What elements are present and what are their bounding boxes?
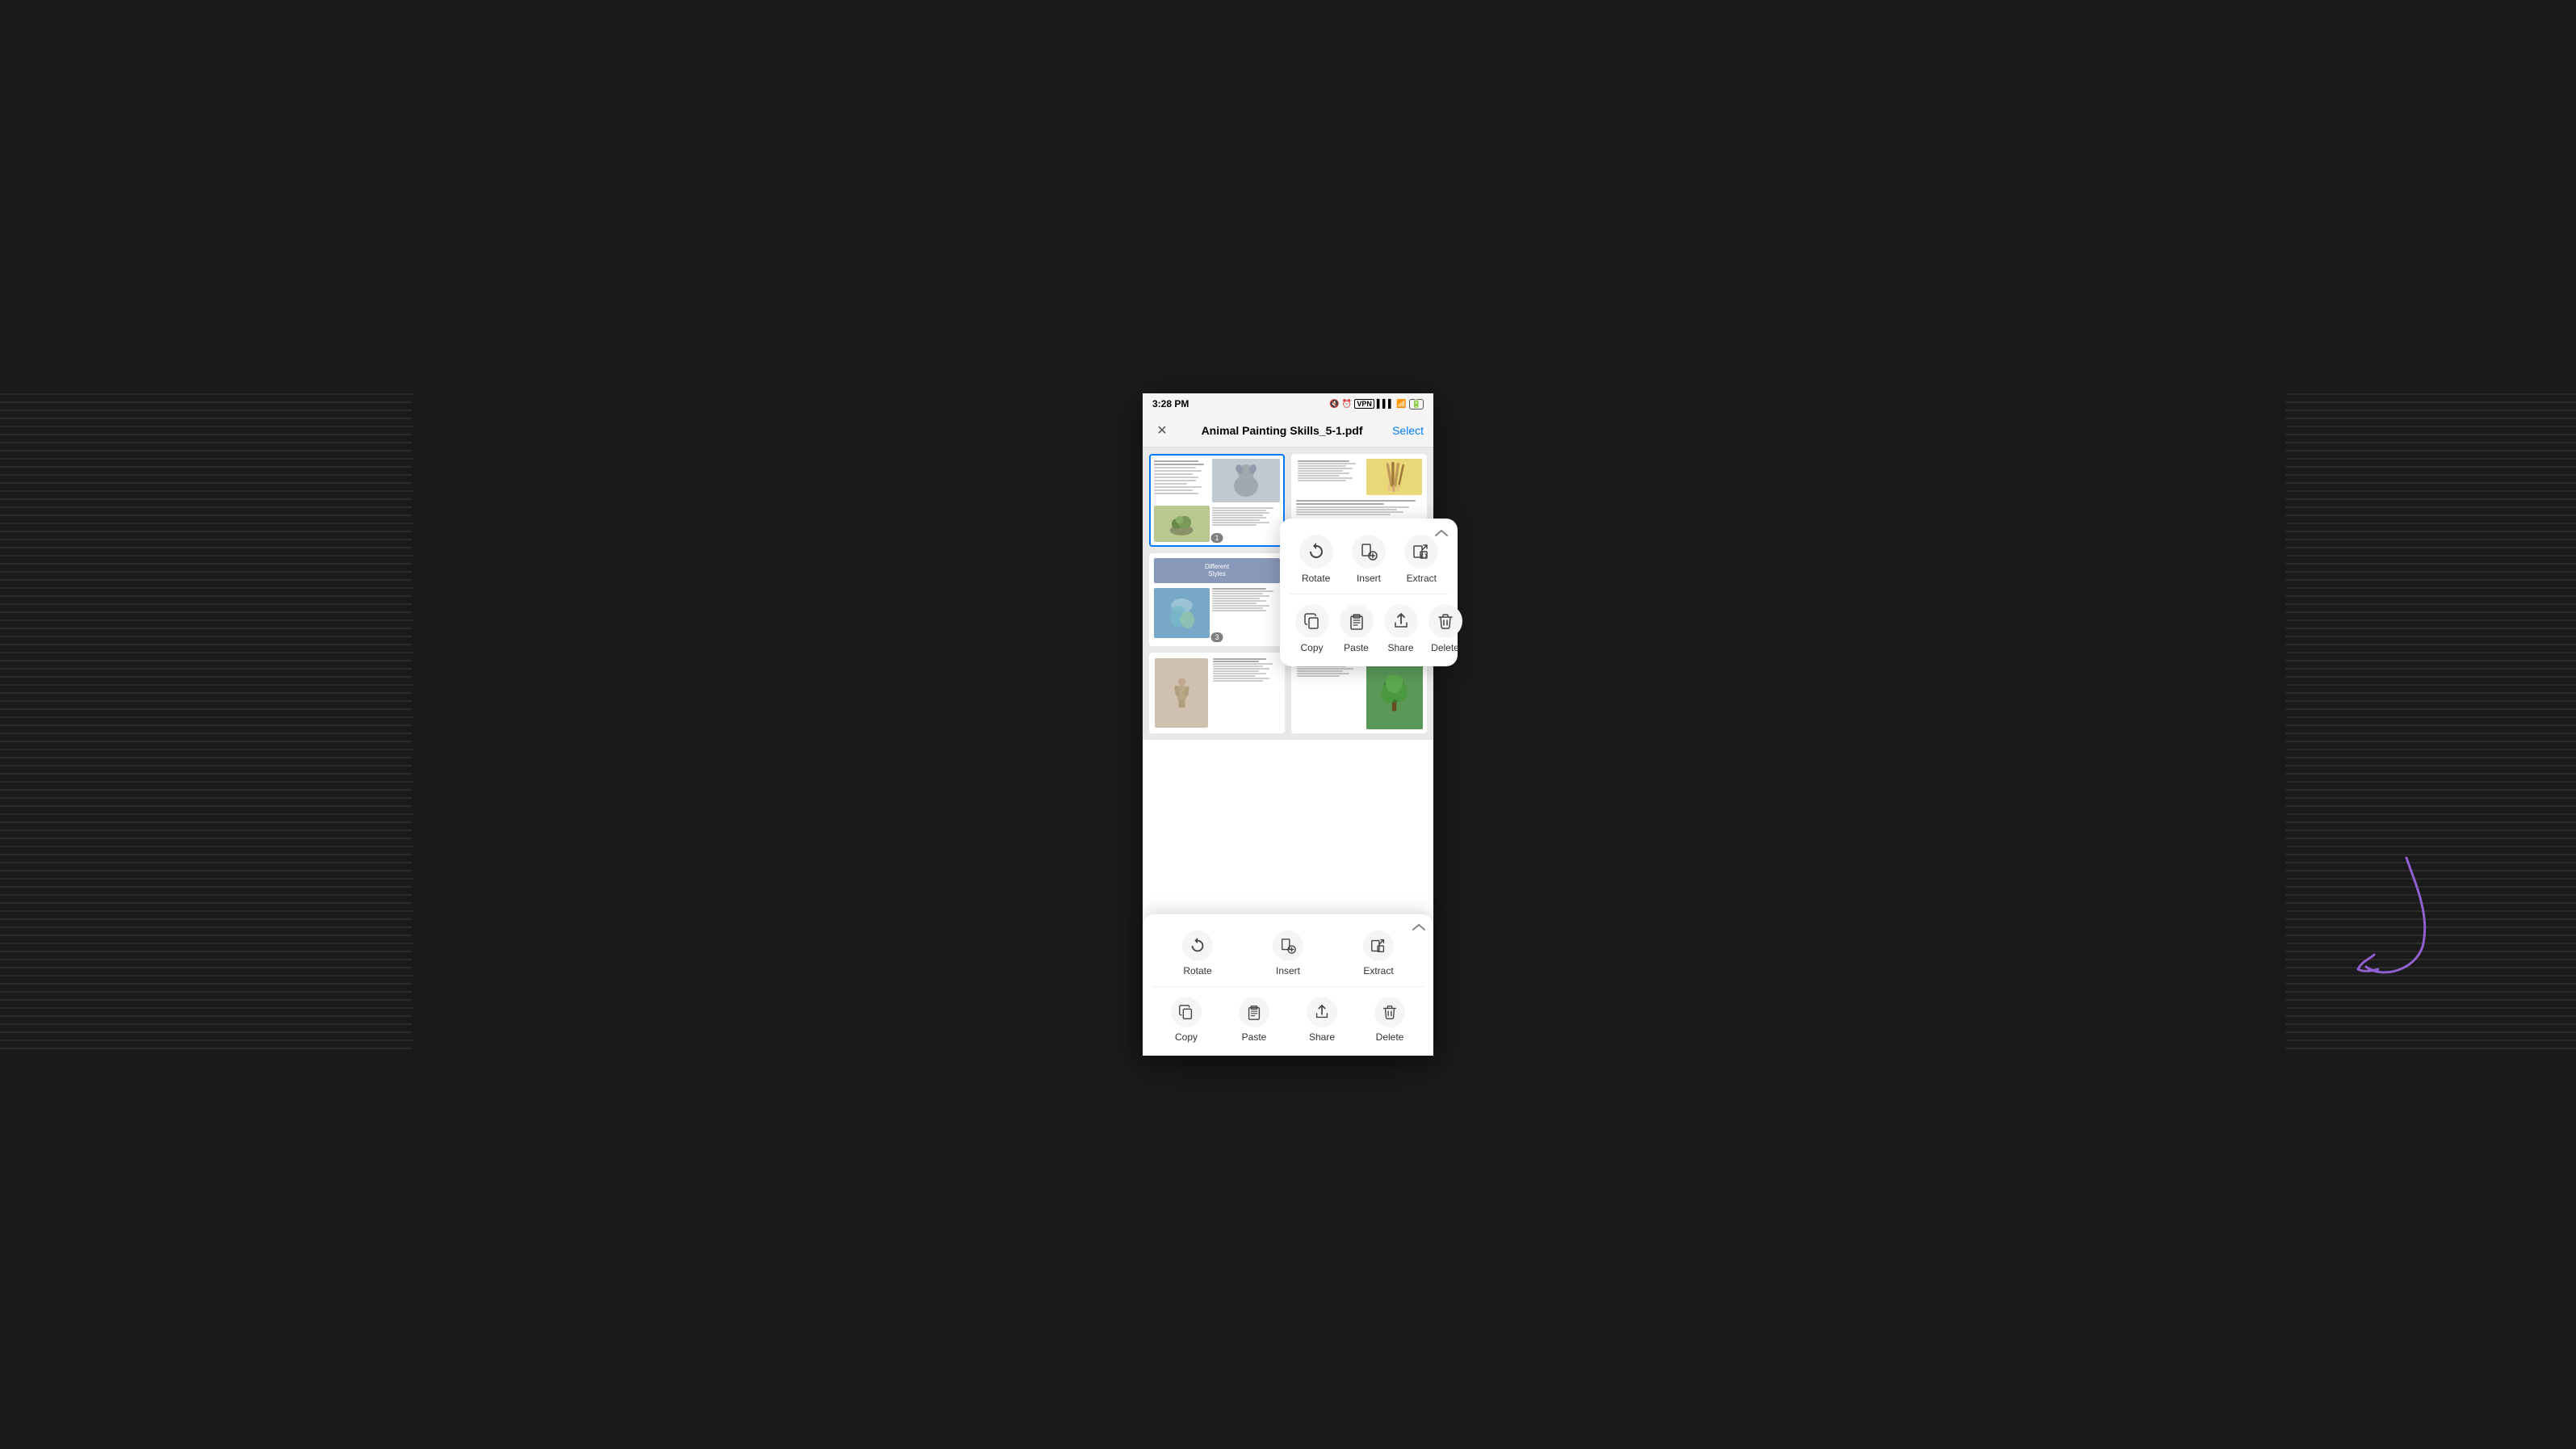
status-time: 3:28 PM [1152,398,1189,410]
context-menu-lower: Rotate Insert [1143,914,1433,1056]
brushes-image [1379,459,1410,495]
paste-icon-lower [1245,1003,1263,1021]
menu-item-share-upper[interactable]: Share [1378,604,1423,653]
page-number-3: 3 [1210,632,1223,642]
menu-row-2-lower: Copy Paste [1143,990,1433,1049]
share-icon [1391,611,1411,631]
annotation-arrow [2342,850,2447,983]
collapse-button-lower[interactable] [1412,921,1425,935]
context-menu-upper: Rotate Insert [1280,519,1458,666]
insert-icon-lower [1279,937,1297,955]
nav-bar: ✕ Animal Painting Skills_5-1.pdf Select [1143,414,1433,447]
select-button[interactable]: Select [1392,424,1424,437]
menu-item-paste-upper[interactable]: Paste [1334,604,1378,653]
figure-image [1172,677,1192,709]
menu-item-extract-upper[interactable]: Extract [1399,535,1444,584]
menu-item-extract-lower[interactable]: Extract [1357,930,1401,976]
delete-icon-lower [1381,1003,1399,1021]
status-bar: 3:28 PM 🔇 ⏰ VPN ▌▌▌ 📶 🔋 [1143,393,1433,414]
rotate-icon-lower [1189,937,1206,955]
page-title: Animal Painting Skills_5-1.pdf [1172,424,1392,437]
menu-item-insert-upper[interactable]: Insert [1346,535,1391,584]
rotate-icon [1307,542,1326,561]
insert-icon [1359,542,1378,561]
menu-item-copy-upper[interactable]: Copy [1290,604,1334,653]
nature-image [1380,675,1408,712]
copy-icon [1303,611,1322,631]
menu-item-delete-lower[interactable]: Delete [1368,997,1412,1043]
close-button[interactable]: ✕ [1152,421,1172,440]
art-image [1168,594,1196,631]
extract-icon-lower [1370,937,1387,955]
menu-item-delete-upper[interactable]: Delete [1423,604,1467,653]
dog-image [1226,460,1266,501]
menu-item-insert-lower[interactable]: Insert [1266,930,1311,976]
pdf-page-1[interactable]: 1 [1149,454,1285,547]
menu-item-rotate-lower[interactable]: Rotate [1176,930,1220,976]
extract-icon [1412,542,1431,561]
status-icons: 🔇 ⏰ VPN ▌▌▌ 📶 🔋 [1329,399,1424,410]
collapse-button-upper[interactable] [1433,525,1450,541]
menu-row-1-lower: Rotate Insert [1143,924,1433,983]
menu-item-paste-lower[interactable]: Paste [1232,997,1277,1043]
copy-icon-lower [1177,1003,1195,1021]
paste-icon [1347,611,1366,631]
share-icon-lower [1313,1003,1331,1021]
menu-item-rotate-upper[interactable]: Rotate [1294,535,1338,584]
pdf-page-5[interactable] [1149,653,1285,733]
menu-row-1-upper: Rotate Insert [1280,528,1458,590]
menu-item-share-lower[interactable]: Share [1300,997,1345,1043]
page-number-1: 1 [1210,533,1223,543]
plant-image [1165,510,1198,538]
menu-row-2-upper: Copy Paste [1280,598,1458,660]
pdf-page-3[interactable]: DifferentStyles [1149,553,1285,646]
delete-icon [1436,611,1455,631]
menu-item-copy-lower[interactable]: Copy [1164,997,1209,1043]
